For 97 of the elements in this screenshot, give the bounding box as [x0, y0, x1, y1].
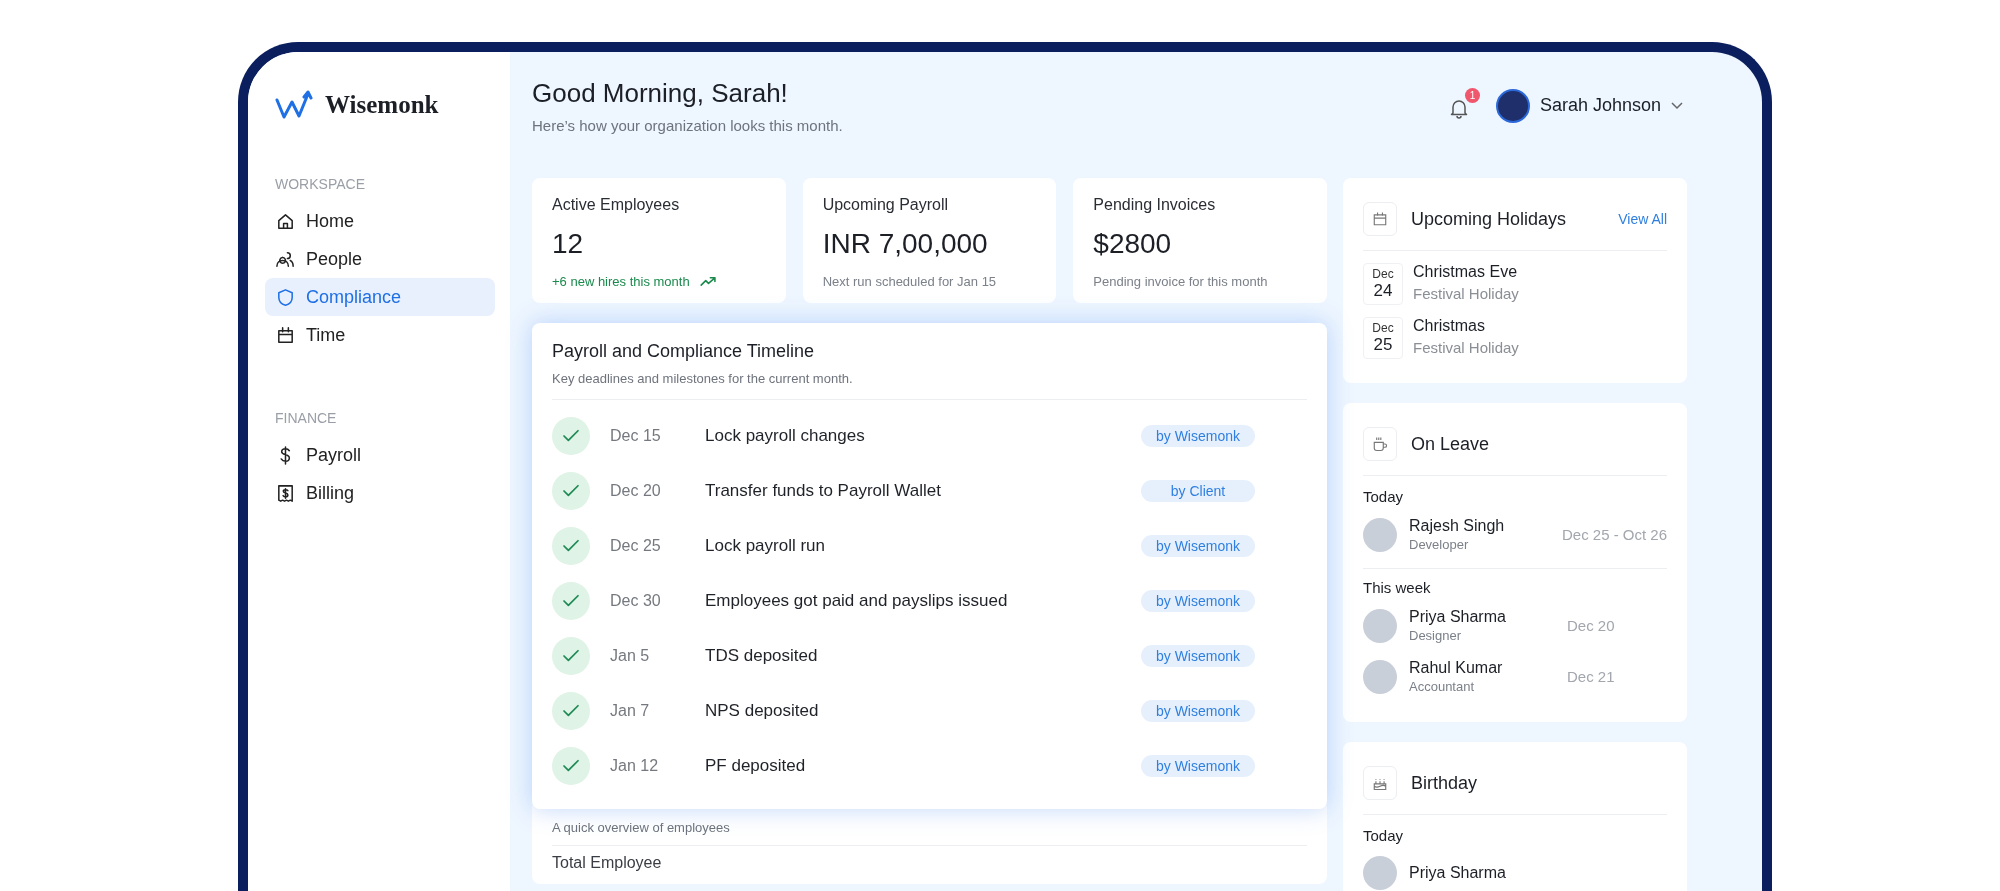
owner-tag: by Wisemonk: [1141, 589, 1255, 612]
checkmark-icon: [562, 593, 580, 608]
checkmark-icon: [562, 758, 580, 773]
avatar: [1495, 88, 1530, 123]
timeline-date: Jan 7: [610, 701, 651, 720]
bill-icon: [275, 482, 296, 504]
stat-label: Active Employees: [552, 196, 681, 214]
stat-note: +6 new hires this month: [552, 274, 690, 289]
timeline-date: Jan 5: [610, 646, 651, 665]
sidebar-item-label: Time: [306, 324, 346, 346]
card-title: Upcoming Holidays: [1411, 208, 1568, 230]
stat-label: Pending Invoices: [1093, 196, 1217, 214]
person-name: Rahul Kumar: [1409, 659, 1504, 677]
sidebar-item[interactable]: Payroll: [265, 436, 495, 474]
date-badge: Dec 24: [1363, 263, 1403, 305]
sidebar-item[interactable]: Home: [265, 202, 495, 240]
avatar: [1363, 659, 1397, 694]
date-badge: Dec 25: [1363, 317, 1403, 359]
person-role: Developer: [1409, 537, 1470, 552]
stat-note: Pending invoice for this month: [1093, 274, 1268, 289]
person-role: Accountant: [1409, 679, 1476, 694]
timeline-date: Jan 12: [610, 756, 660, 775]
user-menu[interactable]: Sarah Johnson: [1495, 88, 1683, 123]
stat-value: $2800: [1093, 228, 1173, 260]
checkmark-icon: [562, 538, 580, 553]
owner-tag: by Wisemonk: [1141, 644, 1255, 667]
sidebar-item-label: Home: [306, 210, 354, 232]
holiday-type: Festival Holiday: [1413, 339, 1519, 356]
calendar-icon: [1363, 202, 1397, 236]
sidebar-item[interactable]: Time: [265, 316, 495, 354]
calendar-icon: [275, 324, 296, 346]
timeline-task: Transfer funds to Payroll Wallet: [705, 480, 942, 501]
timeline-task: PF deposited: [705, 755, 807, 776]
brand-name: Wisemonk: [325, 91, 439, 119]
avatar: [1363, 856, 1397, 890]
holiday-name: Christmas: [1413, 317, 1486, 335]
timeline-task: Lock payroll run: [705, 535, 826, 556]
timeline-task: TDS deposited: [705, 645, 819, 666]
overview-row-label: Total Employee: [552, 854, 663, 872]
timeline-task: Lock payroll changes: [705, 425, 866, 446]
greeting-subtitle: Here’s how your organization looks this month.: [532, 117, 843, 134]
timeline-date: Dec 25: [610, 536, 662, 555]
stat-label: Upcoming Payroll: [822, 196, 950, 214]
timeline-task: NPS deposited: [705, 700, 820, 721]
group-heading: This week: [1363, 579, 1432, 596]
avatar: [1363, 608, 1397, 643]
leave-dates: Dec 20: [1567, 617, 1616, 634]
person-role: Designer: [1409, 628, 1463, 643]
sidebar-item[interactable]: Compliance: [265, 278, 495, 316]
timeline-date: Dec 15: [610, 426, 662, 445]
timeline-date: Dec 30: [610, 591, 662, 610]
person-name: Rajesh Singh: [1409, 517, 1506, 535]
sidebar-item[interactable]: Billing: [265, 474, 495, 512]
chevron-down-icon: [1671, 101, 1683, 110]
checkmark-icon: [562, 428, 580, 443]
leave-dates: Dec 21: [1567, 668, 1616, 685]
shield-icon: [275, 286, 296, 308]
card-title: On Leave: [1411, 433, 1491, 455]
holiday-type: Festival Holiday: [1413, 285, 1519, 302]
cup-icon: [1363, 427, 1397, 461]
stat-note: Next run scheduled for Jan 15: [822, 274, 997, 289]
owner-tag: by Wisemonk: [1141, 699, 1255, 722]
owner-tag: by Wisemonk: [1141, 754, 1255, 777]
checkmark-icon: [562, 483, 580, 498]
card-title: Birthday: [1411, 772, 1479, 794]
logo-icon: [275, 90, 315, 120]
checkmark-icon: [562, 648, 580, 663]
owner-tag: by Wisemonk: [1141, 534, 1255, 557]
cake-icon: [1363, 766, 1397, 800]
overview-subtitle: A quick overview of employees: [552, 820, 731, 835]
greeting: Good Morning, Sarah!: [532, 78, 789, 109]
section-heading: WORKSPACE: [275, 176, 366, 192]
view-all-link[interactable]: View All: [1618, 211, 1667, 227]
avatar: [1363, 517, 1397, 552]
person-name: Priya Sharma: [1409, 864, 1507, 882]
sidebar-item-label: People: [306, 248, 363, 270]
stat-value: INR 7,00,000: [822, 228, 989, 260]
holiday-name: Christmas Eve: [1413, 263, 1519, 281]
timeline-title: Payroll and Compliance Timeline: [552, 341, 816, 362]
timeline-date: Dec 20: [610, 481, 662, 500]
timeline-subtitle: Key deadlines and milestones for the current month.: [552, 371, 854, 386]
owner-tag: by Wisemonk: [1141, 424, 1255, 447]
section-heading: FINANCE: [275, 410, 338, 426]
group-heading: Today: [1363, 827, 1405, 844]
leave-dates: Dec 25 - Oct 26: [1561, 526, 1667, 543]
sidebar-item-label: Payroll: [306, 444, 362, 466]
sidebar-item-label: Compliance: [306, 286, 402, 308]
owner-tag: by Client: [1141, 479, 1255, 502]
notification-badge: 1: [1464, 88, 1480, 103]
sidebar-item[interactable]: People: [265, 240, 495, 278]
trend-up-icon: [699, 276, 717, 287]
timeline-task: Employees got paid and payslips issued: [705, 590, 1009, 611]
checkmark-icon: [562, 703, 580, 718]
group-heading: Today: [1363, 488, 1405, 505]
sidebar-item-label: Billing: [306, 482, 355, 504]
person-name: Priya Sharma: [1409, 608, 1507, 626]
stat-value: 12: [552, 228, 585, 260]
